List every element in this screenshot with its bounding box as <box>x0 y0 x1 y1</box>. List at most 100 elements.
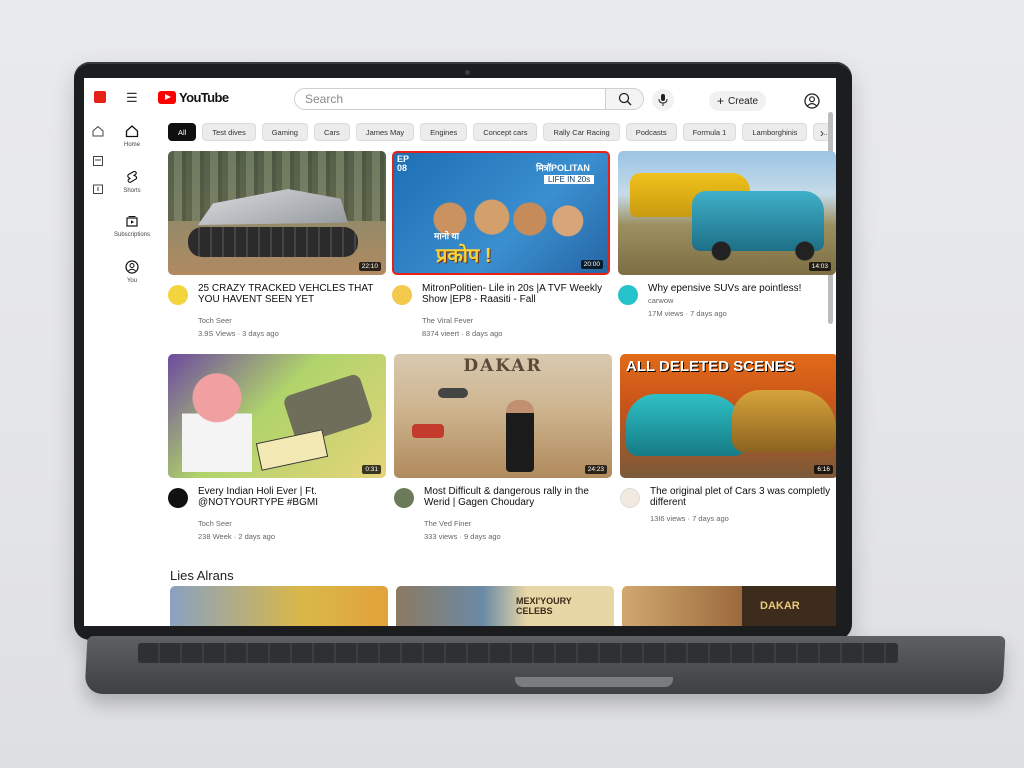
search-button[interactable] <box>606 88 644 110</box>
video-duration: 6:16 <box>814 465 833 474</box>
brand-label: YouTube <box>179 90 229 105</box>
channel-avatar[interactable] <box>394 488 414 508</box>
show-title: मित्रॉPOLITAN <box>536 163 590 173</box>
video-thumbnail[interactable]: 14:03 <box>618 151 836 275</box>
video-card[interactable]: 14:03 Why epensive SUVs are pointless! c… <box>618 151 836 318</box>
video-title[interactable]: The original plet of Cars 3 was completl… <box>650 486 836 508</box>
shorts-icon <box>127 170 138 183</box>
video-thumbnail[interactable]: MEXI'YOURY CELEBS <box>396 586 614 626</box>
thumb-overlay-text: MEXI'YOURY CELEBS <box>516 596 572 616</box>
video-thumbnail[interactable]: ALL DELETED SCENES 6:16 <box>620 354 836 478</box>
video-duration: 20:00 <box>580 260 603 269</box>
plus-icon: + <box>717 94 725 108</box>
chevron-right-icon[interactable]: › <box>820 126 824 140</box>
video-stats: 3.9S Views · 3 days ago <box>198 329 279 338</box>
ep-badge: EP 08 <box>397 154 409 173</box>
video-thumbnail[interactable]: DAKAR 24:23 <box>394 354 612 478</box>
channel-avatar[interactable] <box>168 488 188 508</box>
chip-all[interactable]: All <box>168 123 197 141</box>
chip-lamborghinis[interactable]: Lamborghinis <box>742 123 808 141</box>
video-title[interactable]: 25 CRAZY TRACKED VEHCLES THAT YOU HAVENT… <box>198 283 386 305</box>
video-card[interactable]: 22:10 25 CRAZY TRACKED VEHCLES THAT YOU … <box>168 151 386 338</box>
top-bar: ☰ YouTube Search + Create <box>84 78 836 120</box>
sidebar-item-shorts[interactable]: Shorts <box>110 170 154 194</box>
video-thumbnail[interactable]: 0:31 <box>168 354 386 478</box>
video-card[interactable]: 0:31 Every Indian Holi Ever | Ft. @NOTYO… <box>168 354 386 541</box>
video-card[interactable]: ALL DELETED SCENES 6:16 The original ple… <box>620 354 836 523</box>
mic-icon <box>658 94 668 106</box>
cartoon-sign <box>255 429 329 471</box>
create-label: Create <box>728 95 759 107</box>
video-card[interactable]: EP 08 मित्रॉPOLITAN LIFE IN 20s मानो या … <box>392 151 610 338</box>
sidebar: Home Shorts Subscriptions You <box>110 120 160 626</box>
chip-formula-1[interactable]: Formula 1 <box>682 123 737 141</box>
cartoon-character <box>182 366 252 472</box>
account-icon[interactable] <box>804 93 820 109</box>
upload-age: 3 days ago <box>242 329 279 338</box>
suv-wheels <box>708 241 818 261</box>
rail-home-icon[interactable] <box>92 125 104 137</box>
sidebar-item-subscriptions[interactable]: Subscriptions <box>110 214 154 238</box>
video-thumbnail[interactable]: DAKAR <box>622 586 836 626</box>
video-title[interactable]: Most Difficult & dangerous rally in the … <box>424 486 612 508</box>
create-button[interactable]: + Create <box>709 91 767 111</box>
gold-car <box>732 390 836 452</box>
voice-search-button[interactable] <box>652 89 674 111</box>
upload-age: 8 days ago <box>465 329 503 338</box>
upload-age: 2 days ago <box>238 532 276 541</box>
channel-avatar[interactable] <box>392 285 412 305</box>
view-count: 13I6 views <box>650 514 686 523</box>
channel-name[interactable]: Toch Seer <box>198 316 386 325</box>
chip-test-drives[interactable]: Test dives <box>202 123 256 141</box>
rail-history-icon[interactable] <box>92 183 104 195</box>
video-stats: 8374 vieert · 8 days ago <box>422 329 503 338</box>
dakar-title: DAKAR <box>463 356 543 376</box>
chip-james-may[interactable]: James May <box>355 123 415 141</box>
search-placeholder: Search <box>305 92 344 106</box>
channel-name[interactable]: Toch Seer <box>198 519 386 528</box>
youtube-logo[interactable]: YouTube <box>158 90 229 105</box>
video-thumbnail[interactable]: 22:10 <box>168 151 386 275</box>
sidebar-item-label: Home <box>123 142 140 148</box>
video-title[interactable]: Why epensive SUVs are pointless! <box>648 283 836 294</box>
sidebar-item-home[interactable]: Home <box>110 124 154 148</box>
video-duration: 24:23 <box>584 465 607 474</box>
view-count: 3.9S Views <box>198 329 236 338</box>
sidebar-item-label: Subscriptions <box>113 232 151 238</box>
video-card[interactable]: DAKAR 24:23 Most Difficult & dangerous r… <box>394 354 612 541</box>
upload-age: 7 days ago <box>690 309 727 318</box>
rail-library-icon[interactable] <box>92 155 104 167</box>
chip-cars[interactable]: Cars <box>313 123 350 141</box>
filter-chips: All Test dives Gaming Cars James May Eng… <box>168 123 828 143</box>
video-stats: 17M views · 7 days ago <box>648 309 727 318</box>
view-count: 333 views <box>424 532 458 541</box>
chip-engines[interactable]: Engines <box>420 123 468 141</box>
subscriptions-icon <box>126 216 138 227</box>
chip-gaming[interactable]: Gaming <box>261 123 308 141</box>
home-icon <box>125 125 139 138</box>
chip-concept-cars[interactable]: Concept cars <box>473 123 538 141</box>
view-count: 8374 vieert <box>422 329 460 338</box>
channel-name[interactable]: The Viral Fever <box>422 316 610 325</box>
sidebar-item-you[interactable]: You <box>110 260 154 284</box>
play-logo-icon <box>158 91 176 104</box>
chip-rally[interactable]: Rally Car Racing <box>543 123 620 141</box>
webcam <box>465 70 470 75</box>
video-thumbnail[interactable]: EP 08 मित्रॉPOLITAN LIFE IN 20s मानो या … <box>392 151 610 275</box>
view-count: 17M views <box>648 309 684 318</box>
video-thumbnail[interactable] <box>170 586 388 626</box>
video-title[interactable]: Every Indian Holi Ever | Ft. @NOTYOURTYP… <box>198 486 386 508</box>
menu-icon[interactable]: ☰ <box>126 91 138 104</box>
presenter <box>506 400 534 472</box>
video-title[interactable]: MitronPolitien- Lile in 20s |A TVF Weekl… <box>422 283 610 305</box>
upload-age: 7 days ago <box>692 514 729 523</box>
channel-avatar[interactable] <box>618 285 638 305</box>
app-icon[interactable] <box>94 91 106 103</box>
channel-name[interactable]: carwow <box>648 296 836 305</box>
hindi-text-big: प्रकोप ! <box>436 245 492 267</box>
channel-name[interactable]: The Ved Finer <box>424 519 612 528</box>
chip-podcasts[interactable]: Podcasts <box>625 123 677 141</box>
search-input[interactable]: Search <box>294 88 606 110</box>
channel-avatar[interactable] <box>168 285 188 305</box>
channel-avatar[interactable] <box>620 488 640 508</box>
